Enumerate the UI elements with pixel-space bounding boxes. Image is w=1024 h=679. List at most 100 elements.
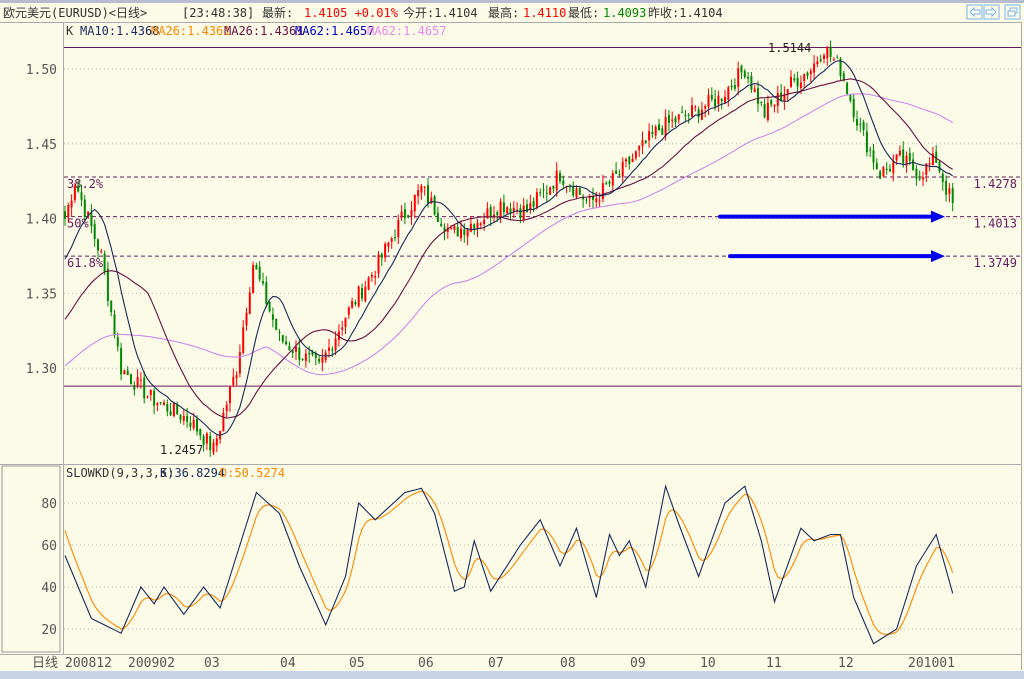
candle-down bbox=[875, 162, 878, 170]
candle-down bbox=[394, 237, 396, 239]
candle-down bbox=[301, 358, 304, 360]
latest-label: 最新: bbox=[262, 5, 293, 20]
candle-down bbox=[615, 170, 618, 174]
candle-up bbox=[724, 96, 726, 103]
candle-down bbox=[314, 353, 317, 359]
x-axis-ticks: 日线 200812 200902 03 04 05 06 07 08 09 10 11 12 201001 bbox=[32, 656, 955, 671]
legend-ma26: MA26:1.4361 bbox=[224, 24, 303, 38]
candle-up bbox=[575, 188, 578, 197]
candle-up bbox=[357, 286, 360, 307]
candle-up bbox=[149, 389, 152, 396]
candle-down bbox=[902, 149, 905, 164]
arrow-left-icon bbox=[969, 6, 981, 18]
candle-down bbox=[255, 264, 258, 270]
candle-down bbox=[93, 223, 96, 239]
candle-up bbox=[390, 238, 393, 242]
candle-down bbox=[83, 199, 86, 217]
kd-tick-label: 20 bbox=[41, 623, 57, 638]
candle-down bbox=[912, 159, 915, 171]
price-tick-label: 1.40 bbox=[26, 213, 57, 228]
candle-up bbox=[601, 183, 604, 200]
instrument-title: 欧元美元(EURUSD)<日线> bbox=[3, 6, 147, 20]
candle-down bbox=[159, 402, 162, 404]
candle-up bbox=[948, 188, 951, 194]
candle-up bbox=[634, 151, 637, 159]
candle-up bbox=[245, 312, 248, 326]
candle-down bbox=[361, 288, 363, 299]
candle-up bbox=[146, 395, 149, 397]
candle-down bbox=[585, 199, 588, 201]
candle-up bbox=[73, 185, 76, 200]
candle-up bbox=[773, 104, 776, 107]
candle-down bbox=[209, 435, 212, 450]
candle-down bbox=[605, 183, 608, 185]
candle-down bbox=[865, 131, 868, 153]
arrow-right-button[interactable] bbox=[983, 4, 1000, 20]
x-tick-label: 200812 bbox=[65, 656, 112, 671]
candle-up bbox=[139, 379, 142, 381]
ma10-line bbox=[64, 60, 954, 436]
prev-close-label: 昨收:1.4104 bbox=[648, 6, 723, 20]
candle-down bbox=[862, 121, 865, 131]
candle-up bbox=[790, 76, 792, 87]
candle-up bbox=[813, 63, 816, 73]
candle-up bbox=[826, 47, 829, 59]
candle-down bbox=[106, 269, 109, 302]
candle-up bbox=[225, 404, 228, 412]
candle-up bbox=[928, 163, 931, 165]
candle-up bbox=[410, 209, 413, 217]
arrow-right-icon bbox=[985, 6, 997, 18]
arrows bbox=[718, 210, 945, 263]
candle-down bbox=[281, 335, 284, 342]
candle-down bbox=[658, 124, 660, 130]
candle-down bbox=[542, 189, 545, 191]
candle-up bbox=[413, 194, 416, 212]
candle-down bbox=[714, 98, 717, 107]
candle-up bbox=[215, 438, 218, 446]
candle-down bbox=[110, 300, 113, 313]
candle-up bbox=[476, 222, 479, 229]
candle-up bbox=[766, 102, 769, 120]
candle-down bbox=[674, 117, 677, 123]
candle-up bbox=[717, 95, 720, 105]
candle-down bbox=[496, 212, 499, 216]
candle-up bbox=[242, 327, 245, 353]
candle-down bbox=[849, 95, 852, 101]
candle-down bbox=[945, 181, 948, 195]
high-label: 最高: bbox=[488, 5, 519, 20]
candle-down bbox=[97, 239, 99, 251]
candle-down bbox=[951, 187, 954, 203]
arrow-left-button[interactable] bbox=[966, 4, 983, 20]
candle-down bbox=[120, 348, 123, 375]
candle-up bbox=[691, 105, 693, 117]
x-tick-label: 09 bbox=[630, 656, 646, 671]
candle-down bbox=[836, 57, 839, 59]
price-tick-label: 1.30 bbox=[26, 362, 57, 377]
candle-down bbox=[258, 266, 261, 280]
candle-up bbox=[417, 190, 420, 197]
latest-value: 1.4105 +0.01% bbox=[304, 6, 399, 20]
price-tick-label: 1.35 bbox=[26, 287, 57, 302]
restore-window-button[interactable] bbox=[1004, 4, 1021, 20]
candle-down bbox=[872, 150, 875, 163]
candle-up bbox=[304, 353, 307, 361]
x-tick-label: 201001 bbox=[908, 656, 955, 671]
candle-down bbox=[733, 85, 736, 89]
candle-down bbox=[199, 429, 202, 436]
candle-down bbox=[77, 185, 80, 192]
candle-down bbox=[169, 411, 172, 416]
status-bar bbox=[0, 671, 1024, 679]
candle-down bbox=[681, 111, 684, 113]
candle-up bbox=[816, 61, 819, 65]
candle-down bbox=[763, 104, 766, 118]
open-label: 今开:1.4104 bbox=[403, 5, 478, 20]
candle-up bbox=[377, 254, 380, 274]
candle-down bbox=[268, 301, 271, 312]
candle-down bbox=[433, 196, 436, 215]
candle-down bbox=[578, 187, 581, 195]
candle-up bbox=[803, 74, 806, 82]
kd-tick-label: 60 bbox=[41, 539, 57, 554]
candle-up bbox=[341, 327, 344, 330]
candle-up bbox=[136, 376, 139, 387]
low-value: 1.4093 bbox=[603, 6, 646, 20]
